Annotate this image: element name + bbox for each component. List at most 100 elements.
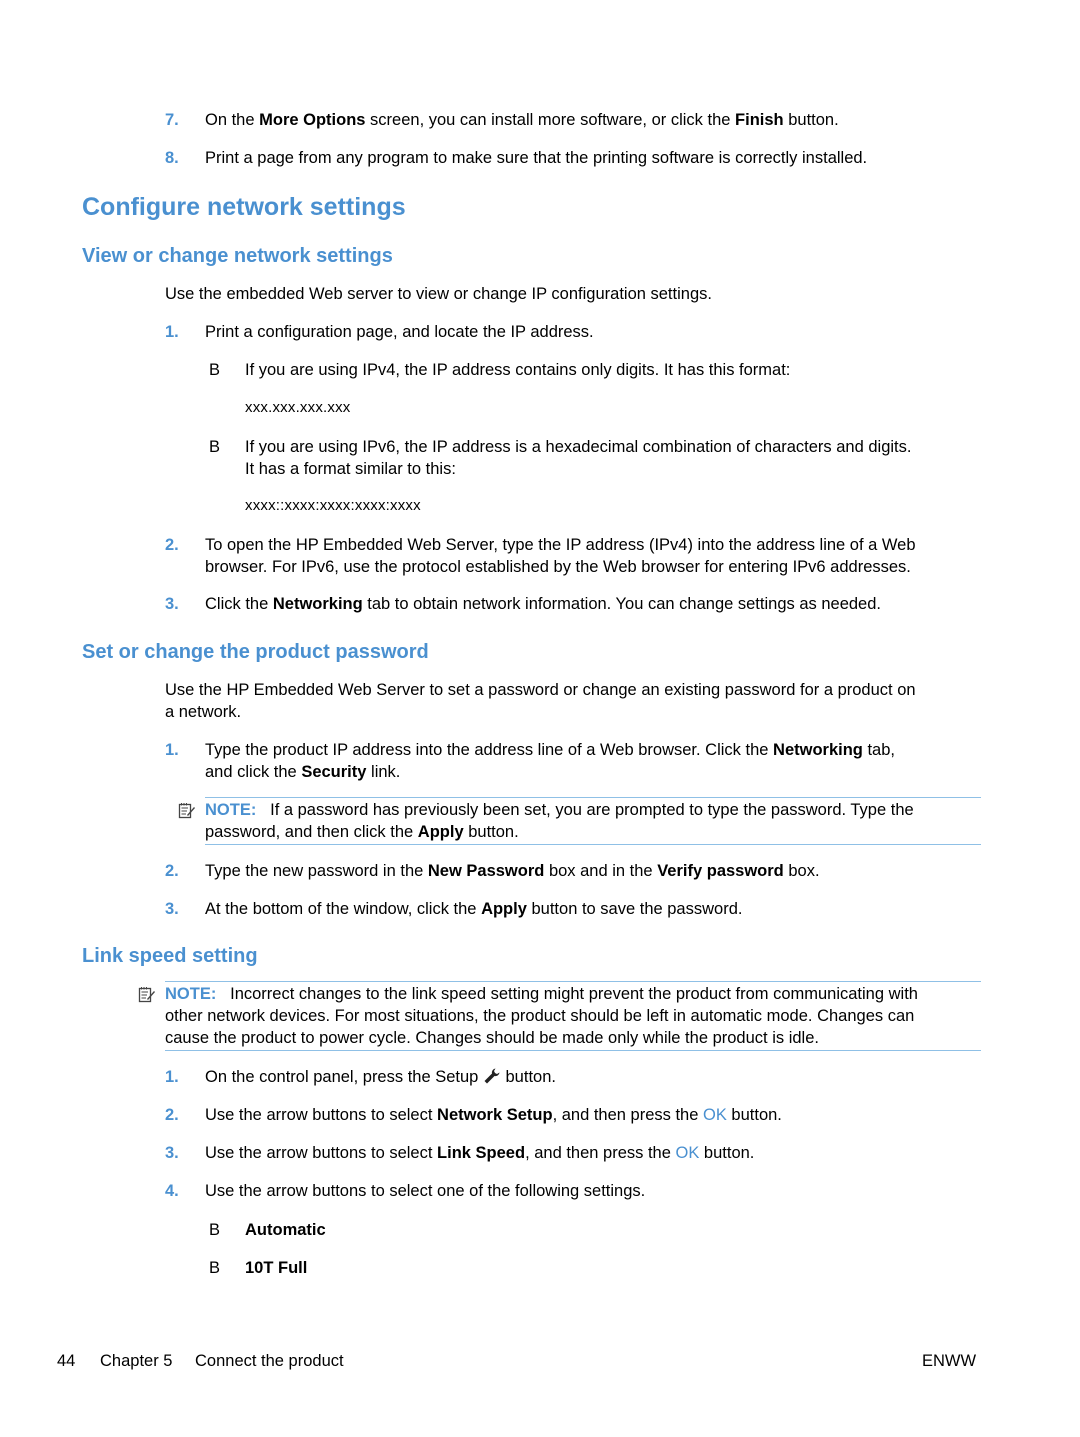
step-text: Print a page from any program to make su…: [205, 149, 868, 167]
paragraph: Use the HP Embedded Web Server to set a …: [165, 679, 916, 723]
ui-term: Link Speed: [437, 1144, 526, 1162]
bullet-icon: B: [209, 1259, 221, 1277]
step-text: Type the new password in the New Passwor…: [205, 860, 820, 882]
ui-term: Finish: [735, 111, 784, 129]
ui-term: Apply: [481, 900, 527, 918]
chapter-title: Connect the product: [195, 1352, 344, 1370]
ui-term: New Password: [427, 862, 545, 880]
text: At the bottom of the window, click the: [205, 900, 482, 918]
text-line: NOTE: Incorrect changes to the link spee…: [165, 983, 981, 1005]
footer-code: ENWW: [922, 1352, 977, 1370]
text: Type the product IP address into the add…: [205, 741, 774, 759]
text: Use the arrow buttons to select: [205, 1106, 438, 1124]
note-icon: [138, 986, 156, 1004]
ui-term: More Options: [259, 111, 366, 129]
bullet-icon: B: [209, 361, 221, 379]
note-icon: [178, 802, 196, 820]
text-line: To open the HP Embedded Web Server, type…: [205, 536, 916, 554]
ui-term: Security: [301, 763, 367, 781]
text: , and then press the: [552, 1106, 703, 1124]
text-line: browser. For IPv6, use the protocol esta…: [205, 558, 911, 576]
text: button.: [500, 1068, 556, 1086]
text-line: other network devices. For most situatio…: [165, 1007, 915, 1025]
text-line: and click the Security link.: [205, 761, 895, 783]
bullet-icon: B: [209, 1221, 221, 1239]
text-line: cause the product to power cycle. Change…: [165, 1029, 819, 1047]
option-10t-full: 10T Full: [245, 1259, 308, 1277]
step-number: 1.: [165, 741, 179, 759]
ui-term: Networking: [773, 741, 863, 759]
text-line: If you are using IPv6, the IP address is…: [245, 438, 912, 456]
note-label: NOTE:: [205, 801, 257, 819]
text: password, and then click the: [205, 823, 418, 841]
ui-term: Verify password: [657, 862, 784, 880]
step-text: Click the Networking tab to obtain netwo…: [205, 593, 881, 615]
chapter-label: Chapter 5: [100, 1352, 173, 1370]
ok-button-label: OK: [703, 1106, 727, 1124]
text: box.: [783, 862, 820, 880]
note-box: NOTE: Incorrect changes to the link spee…: [165, 981, 981, 1051]
text: Incorrect changes to the link speed sett…: [230, 985, 918, 1003]
step-number: 2.: [165, 1106, 179, 1124]
ipv6-format: xxxx::xxxx:xxxx:xxxx:xxxx: [245, 497, 421, 514]
text: and click the: [205, 763, 302, 781]
paragraph: Use the embedded Web server to view or c…: [165, 285, 712, 303]
text: On the: [205, 111, 260, 129]
wrench-icon: [483, 1067, 501, 1085]
subsection-title: Set or change the product password: [82, 641, 429, 663]
text-line: NOTE: If a password has previously been …: [205, 799, 981, 821]
text: If a password has previously been set, y…: [270, 801, 914, 819]
text-line: It has a format similar to this:: [245, 460, 456, 478]
step-text: On the More Options screen, you can inst…: [205, 109, 839, 131]
text: button.: [783, 111, 839, 129]
step-number: 7.: [165, 111, 179, 129]
step-text: Use the arrow buttons to select one of t…: [205, 1182, 646, 1200]
ui-term: Network Setup: [437, 1106, 553, 1124]
bullet-icon: B: [209, 438, 221, 456]
text-line: a network.: [165, 703, 242, 721]
text: link.: [366, 763, 401, 781]
step-number: 3.: [165, 900, 179, 918]
step-number: 4.: [165, 1182, 179, 1200]
option-automatic: Automatic: [245, 1221, 326, 1239]
ok-button-label: OK: [675, 1144, 700, 1162]
step-text: On the control panel, press the Setup bu…: [205, 1066, 556, 1088]
bullet-text: If you are using IPv4, the IP address co…: [245, 361, 791, 379]
text-line: Use the HP Embedded Web Server to set a …: [165, 681, 916, 699]
step-number: 3.: [165, 1144, 179, 1162]
note-label: NOTE:: [165, 985, 217, 1003]
text: box and in the: [544, 862, 658, 880]
ipv4-format: xxx.xxx.xxx.xxx: [245, 399, 351, 416]
section-title: Configure network settings: [82, 193, 406, 221]
step-number: 3.: [165, 595, 179, 613]
text: button.: [726, 1106, 782, 1124]
text: button to save the password.: [526, 900, 743, 918]
page-number: 44: [57, 1352, 76, 1370]
text: Type the new password in the: [205, 862, 428, 880]
note-box: NOTE: If a password has previously been …: [205, 797, 981, 845]
step-text: To open the HP Embedded Web Server, type…: [205, 534, 916, 578]
subsection-title: Link speed setting: [82, 945, 258, 967]
text: , and then press the: [525, 1144, 676, 1162]
text: Click the: [205, 595, 273, 613]
text: tab to obtain network information. You c…: [362, 595, 881, 613]
step-number: 8.: [165, 149, 179, 167]
text: button.: [699, 1144, 755, 1162]
step-text: Use the arrow buttons to select Link Spe…: [205, 1142, 754, 1164]
step-number: 1.: [165, 323, 179, 341]
bullet-text: If you are using IPv6, the IP address is…: [245, 436, 911, 480]
text: On the control panel, press the Setup: [205, 1068, 483, 1086]
step-text: Print a configuration page, and locate t…: [205, 323, 594, 341]
text: tab,: [862, 741, 895, 759]
step-text: Use the arrow buttons to select Network …: [205, 1104, 782, 1126]
ui-term: Networking: [272, 595, 363, 613]
step-text: At the bottom of the window, click the A…: [205, 898, 742, 920]
text-line: password, and then click the Apply butto…: [205, 821, 981, 843]
step-number: 1.: [165, 1068, 179, 1086]
step-number: 2.: [165, 862, 179, 880]
step-number: 2.: [165, 536, 179, 554]
text: Use the arrow buttons to select: [205, 1144, 438, 1162]
text: screen, you can install more software, o…: [365, 111, 736, 129]
step-text: Type the product IP address into the add…: [205, 739, 895, 783]
text: button.: [463, 823, 519, 841]
